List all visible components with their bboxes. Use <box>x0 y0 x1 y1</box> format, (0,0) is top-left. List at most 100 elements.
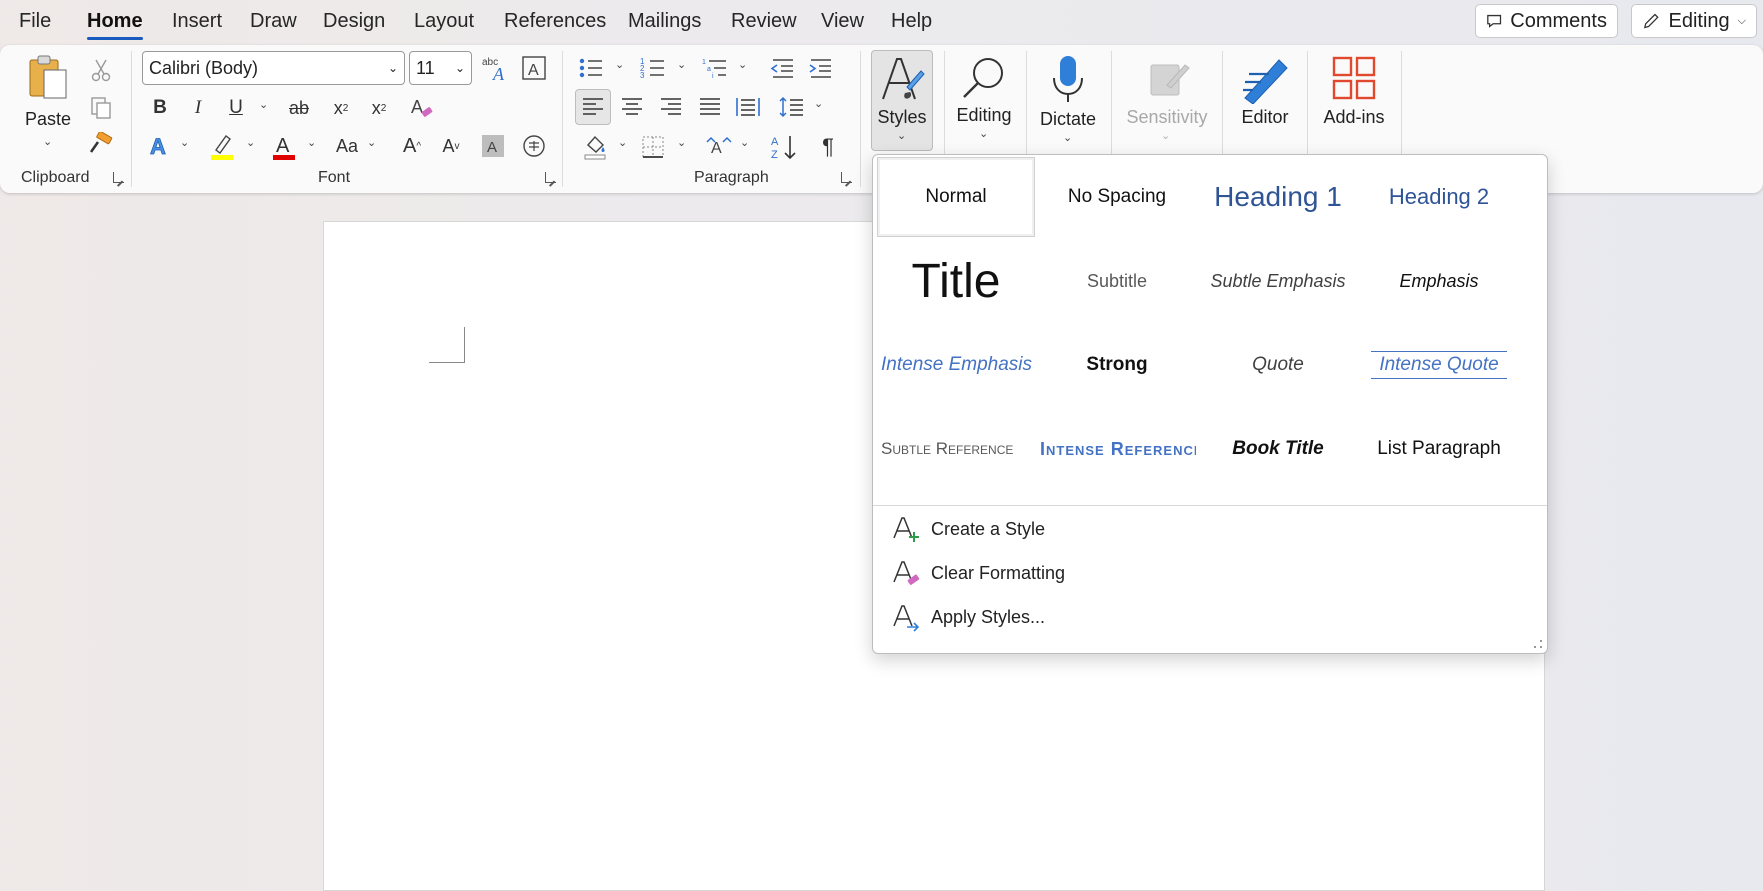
cut-icon[interactable] <box>86 55 116 85</box>
chevron-down-icon[interactable]: ⌄ <box>180 136 189 149</box>
add-ins-icon[interactable] <box>1328 53 1380 103</box>
bullets-icon[interactable] <box>576 53 606 83</box>
apply-styles-label: Apply Styles... <box>931 606 1046 627</box>
clipboard-launcher-icon[interactable] <box>113 172 124 183</box>
decrease-indent-icon[interactable] <box>767 53 797 83</box>
clear-formatting-icon <box>891 558 921 588</box>
style-quote[interactable]: Quote <box>1199 325 1357 405</box>
tab-design[interactable]: Design <box>323 10 385 33</box>
tab-view[interactable]: View <box>821 10 864 33</box>
tab-references[interactable]: References <box>504 10 606 33</box>
tab-mailings[interactable]: Mailings <box>628 10 701 33</box>
clear-formatting-icon[interactable]: A <box>407 93 437 123</box>
editing-mode-button[interactable]: Editing ⌵ <box>1631 4 1757 38</box>
style-heading-2[interactable]: Heading 2 <box>1360 157 1518 237</box>
align-left-icon[interactable] <box>575 89 611 125</box>
style-book-title[interactable]: Book Title <box>1199 409 1357 489</box>
chevron-down-icon[interactable]: ⌄ <box>246 136 255 149</box>
create-style-button[interactable]: Create a Style <box>891 512 1045 546</box>
style-intense-reference[interactable]: Intense Reference <box>1038 409 1196 489</box>
font-size-field[interactable]: 11 ⌄ <box>409 51 472 85</box>
highlight-color-icon[interactable] <box>208 131 236 163</box>
chevron-down-icon[interactable]: ⌄ <box>618 136 627 149</box>
tab-home[interactable]: Home <box>87 10 143 40</box>
style-strong[interactable]: Strong <box>1038 325 1196 405</box>
style-title[interactable]: Title <box>877 241 1035 321</box>
comments-button[interactable]: Comments <box>1475 4 1618 38</box>
apply-styles-button[interactable]: Apply Styles... <box>891 600 1045 634</box>
enclose-characters-icon[interactable] <box>519 131 549 161</box>
increase-indent-icon[interactable] <box>805 53 835 83</box>
line-spacing-icon[interactable] <box>777 91 807 123</box>
copy-icon[interactable] <box>86 93 116 123</box>
format-painter-icon[interactable] <box>86 129 116 159</box>
font-color-icon[interactable]: A <box>270 131 298 163</box>
bold-icon[interactable]: B <box>147 93 173 123</box>
chevron-down-icon[interactable]: ⌄ <box>259 98 268 111</box>
change-case-icon[interactable]: Aa <box>331 131 363 161</box>
chevron-down-icon[interactable]: ⌄ <box>615 58 624 71</box>
tab-help[interactable]: Help <box>891 10 932 33</box>
chevron-down-icon[interactable]: ⌄ <box>814 97 823 110</box>
multilevel-list-icon[interactable]: 1ai <box>700 53 730 83</box>
chevron-down-icon[interactable]: ⌄ <box>979 127 988 140</box>
character-border-icon[interactable]: A <box>519 53 549 83</box>
asian-layout-icon[interactable]: A <box>703 131 735 163</box>
chevron-down-icon[interactable]: ⌄ <box>367 136 376 149</box>
show-formatting-marks-icon[interactable]: ¶ <box>813 131 843 163</box>
superscript-icon[interactable]: x2 <box>366 93 392 123</box>
tab-review[interactable]: Review <box>731 10 797 33</box>
font-group-label: Font <box>318 169 351 186</box>
shrink-font-icon[interactable]: Av <box>437 131 465 161</box>
style-subtle-reference[interactable]: Subtle Reference <box>877 409 1035 489</box>
tab-insert[interactable]: Insert <box>172 10 222 33</box>
chevron-down-icon[interactable]: ⌄ <box>307 136 316 149</box>
style-no-spacing[interactable]: No Spacing <box>1038 157 1196 237</box>
strikethrough-icon[interactable]: ab <box>284 93 314 123</box>
tab-draw[interactable]: Draw <box>250 10 297 33</box>
align-right-icon[interactable] <box>656 91 686 123</box>
resize-grip-icon[interactable] <box>1533 639 1543 649</box>
italic-icon[interactable]: I <box>185 93 211 123</box>
microphone-icon[interactable] <box>1042 53 1094 105</box>
character-shading-icon[interactable]: A <box>479 131 507 161</box>
clear-formatting-button[interactable]: Clear Formatting <box>891 556 1065 590</box>
font-launcher-icon[interactable] <box>545 172 556 183</box>
grow-font-icon[interactable]: A ^ <box>398 131 426 161</box>
sort-icon[interactable]: AZ <box>769 131 799 163</box>
chevron-down-icon[interactable]: ⌄ <box>740 136 749 149</box>
style-heading-1[interactable]: Heading 1 <box>1199 157 1357 237</box>
editor-icon[interactable] <box>1238 53 1294 105</box>
style-normal-label: Normal <box>880 160 1032 234</box>
paragraph-launcher-icon[interactable] <box>841 172 852 183</box>
chevron-down-icon[interactable]: ⌄ <box>1063 131 1072 144</box>
style-subtle-emphasis[interactable]: Subtle Emphasis <box>1199 241 1357 321</box>
shading-icon[interactable] <box>580 131 610 163</box>
chevron-down-icon[interactable]: ⌄ <box>677 136 686 149</box>
paste-button[interactable] <box>22 53 74 103</box>
align-center-icon[interactable] <box>617 91 647 123</box>
tab-file[interactable]: File <box>19 10 51 33</box>
font-name-field[interactable]: Calibri (Body) ⌄ <box>142 51 405 85</box>
change-case-abc-icon[interactable]: abc A <box>480 53 510 83</box>
style-subtitle[interactable]: Subtitle <box>1038 241 1196 321</box>
style-emphasis[interactable]: Emphasis <box>1360 241 1518 321</box>
subscript-icon[interactable]: x2 <box>328 93 354 123</box>
justify-icon[interactable] <box>695 91 725 123</box>
style-normal[interactable]: Normal <box>877 157 1035 237</box>
find-search-icon[interactable] <box>956 53 1012 103</box>
chevron-down-icon[interactable]: ⌄ <box>738 58 747 71</box>
chevron-down-icon[interactable]: ⌄ <box>677 58 686 71</box>
style-intense-quote[interactable]: Intense Quote <box>1360 325 1518 405</box>
underline-icon[interactable]: U <box>223 93 249 123</box>
paste-chevron-icon[interactable]: ⌄ <box>43 135 52 148</box>
style-list-paragraph[interactable]: List Paragraph <box>1360 409 1518 489</box>
borders-icon[interactable] <box>638 131 668 163</box>
distributed-icon[interactable] <box>733 91 763 123</box>
style-intense-emphasis[interactable]: Intense Emphasis <box>877 325 1035 405</box>
svg-text:A: A <box>771 136 779 148</box>
tab-layout[interactable]: Layout <box>414 10 474 33</box>
style-book-title-label: Book Title <box>1232 438 1324 459</box>
numbering-icon[interactable]: 123 <box>638 53 668 83</box>
text-effects-icon[interactable]: A <box>147 131 175 161</box>
